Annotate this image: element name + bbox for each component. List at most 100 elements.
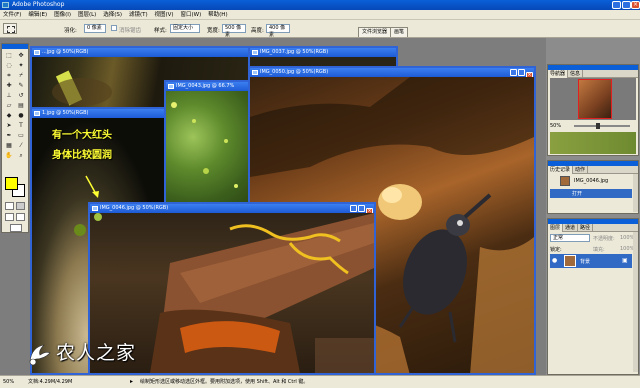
navigator-preview-area[interactable] [550,78,636,120]
tab-info[interactable]: 信息 [568,70,584,78]
lock-icon: ▣ [622,257,628,264]
width-input[interactable]: 500 像素 [222,24,246,38]
menu-file[interactable]: 文件(F) [3,10,21,20]
close-icon[interactable]: × [631,1,640,9]
notes-tool-icon[interactable]: ▦ [4,141,14,150]
maximize-icon[interactable] [358,205,365,212]
status-doc-info[interactable]: 文档:4.29M/4.29M [28,376,72,388]
jump-to-imageready-icon[interactable] [10,224,22,232]
history-brush-icon[interactable]: ↺ [16,91,26,100]
tab-file-browser[interactable]: 文件浏览器 [358,27,392,37]
marquee-tool-preset-icon[interactable] [3,23,17,34]
clone-stamp-icon[interactable]: ⊥ [4,91,14,100]
document-icon [34,50,40,55]
eraser-tool-icon[interactable]: ▱ [4,101,14,110]
snapshot-label: IMG_0046.jpg [574,178,609,184]
app-title: Adobe Photoshop [12,1,65,8]
standard-mode-icon[interactable] [5,202,14,210]
toolbox: ⬚ ✥ ◌ ✦ ⌗ ⌿ ✚ ✎ ⊥ ↺ ▱ ▤ ◆ ● ➤ T ✒ ▭ ▦ ⁄ … [1,43,29,233]
navigator-thumbnail[interactable] [578,79,612,119]
menu-image[interactable]: 图像(I) [54,10,71,20]
snapshot-thumbnail [560,176,570,186]
document-title-bar: IMG_0043.jpg @ 66.7% [166,82,256,91]
foreground-color-swatch[interactable] [5,177,18,190]
minimize-icon[interactable] [510,69,517,76]
quickmask-mode-icon[interactable] [16,202,25,210]
navigator-zoom-row: 50% [550,122,636,130]
menu-bar: 文件(F) 编辑(E) 图像(I) 图层(L) 选择(S) 滤镜(T) 视图(V… [0,10,640,20]
tab-actions[interactable]: 动作 [573,166,589,174]
menu-filter[interactable]: 滤镜(T) [129,10,148,20]
minimize-icon[interactable] [612,1,621,9]
blend-mode-select[interactable]: 正常 [550,234,590,242]
menu-view[interactable]: 视图(V) [155,10,174,20]
layer-row-background[interactable]: ● 背景 ▣ [550,254,632,268]
document-title: IMG_0050.jpg @ 50%(RGB) [260,69,329,75]
screen-mode-standard-icon[interactable] [5,213,14,221]
eyedropper-icon[interactable]: ⁄ [16,141,26,150]
eye-icon[interactable]: ● [552,257,557,264]
gradient-tool-icon[interactable]: ▤ [16,101,26,110]
menu-window[interactable]: 窗口(W) [181,10,202,20]
document-icon [92,206,98,211]
slice-tool-icon[interactable]: ⌿ [16,71,26,80]
move-tool-icon[interactable]: ✥ [16,51,26,60]
menu-layer[interactable]: 图层(L) [78,10,96,20]
tab-paths[interactable]: 路径 [578,224,594,232]
status-bar: 50% 文档:4.29M/4.29M ▸ 绘制矩形选区或移动选区外框。要用附加选… [0,375,640,388]
document-canvas[interactable] [166,91,256,206]
document-window-4[interactable]: IMG_0043.jpg @ 66.7% [164,80,258,208]
history-state-row[interactable]: 打开 [550,189,632,198]
crop-tool-icon[interactable]: ⌗ [4,71,14,80]
maximize-icon[interactable] [518,69,525,76]
document-title: IMG_0046.jpg @ 50%(RGB) [100,205,169,211]
maximize-icon[interactable] [622,1,631,9]
tab-layers[interactable]: 图层 [548,224,564,232]
layers-panel: 图层 通道 路径 正常 不透明度: 100% 锁定: 填充: 100% ● 背景 ▣ [547,218,639,375]
status-hint: 绘制矩形选区或移动选区外框。要用附加选项，使用 Shift、Alt 和 Ctrl… [140,379,309,385]
navigator-zoom-value[interactable]: 50% [550,123,561,129]
width-label: 宽度: [207,28,220,34]
navigator-zoom-slider[interactable] [574,125,630,127]
layers-scrollbar[interactable] [633,232,638,372]
antialias-label: 消除锯齿 [119,28,142,34]
minimize-icon[interactable] [350,205,357,212]
brush-tool-icon[interactable]: ✎ [16,81,26,90]
antialias-checkbox[interactable] [111,25,117,31]
opacity-label: 不透明度: [593,236,615,242]
hand-tool-icon[interactable]: ✋ [4,151,14,160]
marquee-tool-icon[interactable]: ⬚ [4,51,14,60]
screen-mode-full-icon[interactable] [16,213,25,221]
zoom-tool-icon[interactable]: ⌕ [16,151,26,160]
blur-tool-icon[interactable]: ◆ [4,111,14,120]
type-tool-icon[interactable]: T [16,121,26,130]
tab-navigator[interactable]: 导航器 [548,70,569,78]
tab-brushes[interactable]: 画笔 [390,27,409,37]
path-selection-icon[interactable]: ➤ [4,121,14,130]
document-icon [34,111,40,116]
dodge-tool-icon[interactable]: ● [16,111,26,120]
height-input[interactable]: 400 像素 [266,24,290,38]
menu-edit[interactable]: 编辑(E) [28,10,47,20]
healing-brush-icon[interactable]: ✚ [4,81,14,90]
tab-history[interactable]: 历史记录 [548,166,574,174]
navigator-zoom-thumb[interactable] [596,123,600,129]
shape-tool-icon[interactable]: ▭ [16,131,26,140]
photoshop-logo-icon [2,2,9,8]
watermark-text: 农人之家 [56,342,137,364]
style-select[interactable]: 固定大小 [170,24,200,33]
feather-input[interactable]: 0 像素 [84,24,106,33]
history-scrollbar[interactable] [633,174,638,212]
menu-select[interactable]: 选择(S) [103,10,122,20]
menu-help[interactable]: 帮助(H) [208,10,227,20]
tab-channels[interactable]: 通道 [563,224,579,232]
magic-wand-icon[interactable]: ✦ [16,61,26,70]
pen-tool-icon[interactable]: ✒ [4,131,14,140]
document-title: 1.jpg @ 50%(RGB) [42,110,89,116]
feather-label: 羽化: [64,28,77,34]
height-label: 高度: [251,28,264,34]
history-snapshot-row[interactable]: IMG_0046.jpg [550,176,636,187]
status-zoom[interactable]: 50% [3,376,14,388]
lasso-tool-icon[interactable]: ◌ [4,61,14,70]
document-title-bar: IMG_0037.jpg @ 50%(RGB) [250,48,396,57]
